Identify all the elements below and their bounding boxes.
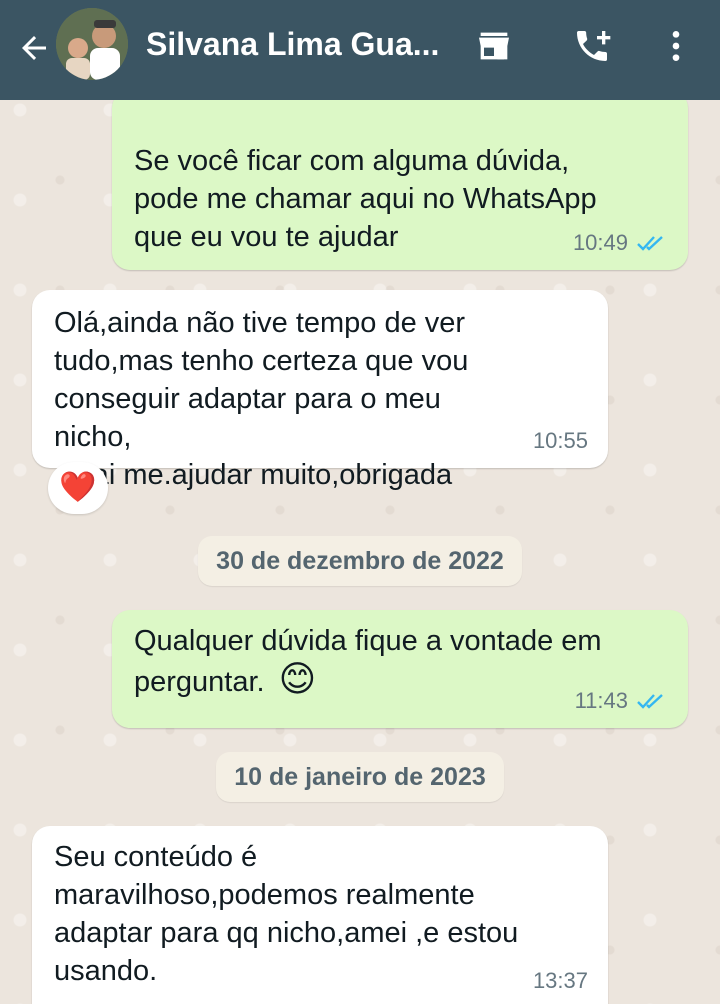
back-button[interactable]: [12, 26, 56, 70]
message-meta: 11:43: [575, 682, 668, 720]
back-arrow-icon: [22, 36, 46, 60]
message-meta: 13:37: [533, 962, 588, 1000]
message-meta: 10:49: [573, 224, 668, 262]
message-text: Seu conteúdo é maravilhoso,podemos realm…: [54, 841, 519, 987]
chat-header: Silvana Lima Gua...: [0, 0, 720, 100]
message-time: 10:55: [532, 428, 588, 453]
contact-avatar[interactable]: [56, 8, 128, 80]
add-call-button[interactable]: [568, 22, 616, 70]
message-time: 10:49: [572, 230, 628, 255]
message-time: 13:37: [532, 968, 588, 993]
message-incoming[interactable]: Seu conteúdo é maravilhoso,podemos realm…: [32, 826, 608, 1004]
message-text: Olá,ainda não tive tempo de ver tudo,mas…: [54, 307, 469, 491]
catalog-button[interactable]: [470, 22, 518, 70]
contact-name[interactable]: Silvana Lima Gua...: [146, 26, 446, 63]
message-reaction[interactable]: ❤️: [48, 462, 108, 514]
message-text: Qualquer dúvida fique a vontade em pergu…: [134, 625, 602, 698]
more-options-button[interactable]: [652, 22, 700, 70]
message-time: 11:43: [574, 688, 628, 713]
date-separator: 30 de dezembro de 2022: [198, 536, 522, 586]
message-incoming[interactable]: Olá,ainda não tive tempo de ver tudo,mas…: [32, 290, 608, 491]
message-outgoing[interactable]: Qualquer dúvida fique a vontade em pergu…: [112, 610, 688, 728]
heart-reaction-icon: ❤️: [59, 471, 97, 504]
add-call-icon: [577, 31, 611, 61]
read-receipt-icon: [637, 694, 663, 709]
avatar-photo: [56, 8, 128, 80]
storefront-icon: [479, 32, 509, 60]
smiling-face-emoji: 😊: [278, 658, 317, 699]
read-receipt-icon: [637, 236, 663, 251]
message-meta: 10:55: [533, 422, 588, 460]
message-outgoing[interactable]: Se você ficar com alguma dúvida, pode me…: [112, 90, 688, 270]
more-vert-icon: [672, 31, 680, 61]
date-separator: 10 de janeiro de 2023: [216, 752, 504, 802]
